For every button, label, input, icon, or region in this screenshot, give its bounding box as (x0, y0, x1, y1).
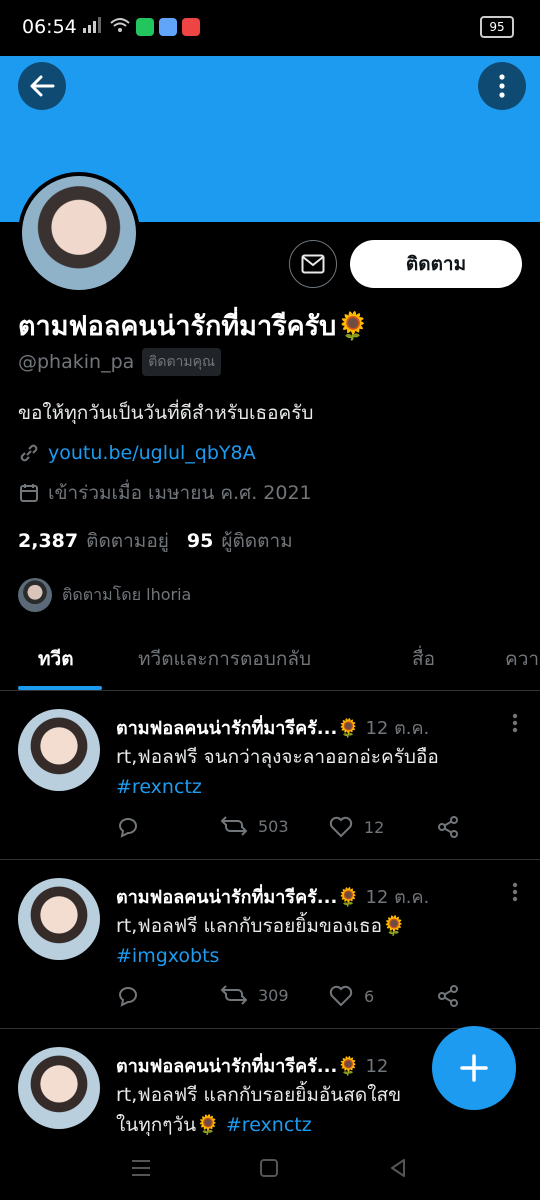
reply-icon (118, 818, 137, 838)
compose-tweet-button[interactable] (432, 1026, 516, 1110)
like-count: 6 (364, 986, 375, 1006)
retweet-button[interactable]: 309 (220, 984, 289, 1006)
reply-button[interactable] (116, 815, 140, 839)
heart-icon (329, 816, 353, 838)
status-bar: 06:54 95 (0, 0, 540, 56)
tweet-actions: 503 12 (116, 815, 516, 845)
followed-by-row[interactable]: ติดตามโดย lhoria (18, 578, 191, 612)
back-button[interactable] (18, 62, 66, 110)
retweet-icon (220, 985, 248, 1005)
joined-date: เข้าร่วมเมื่อ เมษายน ค.ศ. 2021 (48, 482, 312, 504)
tweet-avatar[interactable] (18, 709, 100, 791)
tweet-item[interactable]: ตามฟอลคนน่ารักที่มารีครั...🌻 12 ต.ค. rt,… (0, 860, 540, 1029)
tweet-actions: 309 6 (116, 984, 516, 1014)
followers-count-link[interactable]: 95 ผู้ติดตาม (187, 526, 293, 556)
like-count: 12 (364, 817, 385, 837)
tweet-hashtag[interactable]: #rexnctz (116, 772, 516, 802)
follower-avatar (18, 578, 52, 612)
tweet-date: 12 ต.ค. (365, 887, 430, 908)
more-options-button[interactable] (478, 62, 526, 110)
tweet-author-name: ตามฟอลคนน่ารักที่มารีครั...🌻 (116, 887, 360, 908)
reply-icon (118, 987, 137, 1007)
handle-row: @phakin_pa ติดตามคุณ (18, 348, 221, 376)
message-button[interactable] (289, 240, 337, 288)
link-icon (20, 444, 38, 462)
wifi-icon (109, 16, 131, 38)
game-app-icon (182, 18, 200, 36)
more-vertical-icon (499, 74, 505, 98)
retweet-count: 309 (258, 985, 289, 1005)
tweet-author-name: ตามฟอลคนน่ารักที่มารีครั...🌻 (116, 1056, 360, 1077)
tweet-more-icon[interactable] (512, 882, 518, 902)
follow-counts: 2,387 ติดตามอยู่ 95 ผู้ติดตาม (18, 526, 293, 556)
share-icon (438, 816, 458, 838)
tweet-more-icon[interactable] (512, 713, 518, 733)
line-app-icon (136, 18, 154, 36)
status-time: 06:54 (22, 16, 77, 38)
tweet-item[interactable]: ตามฟอลคนน่ารักที่มารีครั...🌻 12 ต.ค. rt,… (0, 691, 540, 860)
home-icon[interactable] (259, 1158, 279, 1178)
tab-active-indicator (18, 686, 102, 690)
follows-you-badge: ติดตามคุณ (142, 348, 221, 376)
profile-link-row: youtu.be/uglul_qbY8A (18, 442, 256, 464)
signal-icon (82, 16, 104, 38)
profile-bio: ขอให้ทุกวันเป็นวันที่ดีสำหรับเธอครับ (18, 402, 314, 424)
profile-tabs: ทวีต ทวีตและการตอบกลับ สื่อ ความ (0, 626, 540, 691)
calendar-icon (20, 484, 38, 502)
tweet-hashtag[interactable]: #rexnctz (226, 1114, 312, 1136)
joined-row: เข้าร่วมเมื่อ เมษายน ค.ศ. 2021 (18, 478, 312, 508)
like-button[interactable]: 6 (328, 984, 374, 1008)
following-count-link[interactable]: 2,387 ติดตามอยู่ (18, 526, 169, 556)
retweet-icon (220, 816, 248, 836)
tweet-date: 12 ต.ค. (365, 718, 430, 739)
arrow-left-icon (30, 75, 55, 97)
profile-avatar[interactable] (18, 172, 140, 294)
share-icon (438, 985, 458, 1007)
user-handle: @phakin_pa (18, 351, 135, 373)
system-nav-bar (0, 1140, 540, 1200)
tab-likes[interactable]: ความ (505, 644, 540, 674)
tab-tweets[interactable]: ทวีต (38, 644, 74, 674)
heart-icon (329, 985, 353, 1007)
retweet-count: 503 (258, 816, 289, 836)
battery-icon: 95 (480, 16, 514, 38)
tweet-text: rt,ฟอลฟรี จนกว่าลุงจะลาออกอ่ะครับอือ #re… (116, 742, 516, 802)
reply-button[interactable] (116, 984, 140, 1008)
plus-icon (460, 1054, 488, 1082)
share-button[interactable] (436, 815, 460, 839)
mail-icon (301, 254, 325, 274)
tweet-avatar[interactable] (18, 878, 100, 960)
tweet-author-name: ตามฟอลคนน่ารักที่มารีครั...🌻 (116, 718, 360, 739)
display-name: ตามฟอลคนน่ารักที่มารีครับ🌻 (18, 311, 370, 342)
tab-media[interactable]: สื่อ (412, 644, 435, 674)
tweet-text: rt,ฟอลฟรี แลกกับรอยยิ้มของเธอ🌻 #imgxobts (116, 911, 516, 971)
retweet-button[interactable]: 503 (220, 815, 289, 837)
share-button[interactable] (436, 984, 460, 1008)
tab-tweets-replies[interactable]: ทวีตและการตอบกลับ (138, 644, 311, 674)
follow-button[interactable]: ติดตาม (350, 240, 522, 288)
tweet-date: 12 (365, 1056, 389, 1077)
tweet-avatar[interactable] (18, 1047, 100, 1129)
like-button[interactable]: 12 (328, 815, 384, 839)
tweet-hashtag[interactable]: #imgxobts (116, 941, 516, 971)
menu-icon[interactable] (130, 1158, 152, 1178)
app-store-icon (159, 18, 177, 36)
back-nav-icon[interactable] (388, 1158, 408, 1178)
profile-link[interactable]: youtu.be/uglul_qbY8A (48, 442, 256, 464)
followed-by-text: ติดตามโดย lhoria (62, 584, 192, 604)
